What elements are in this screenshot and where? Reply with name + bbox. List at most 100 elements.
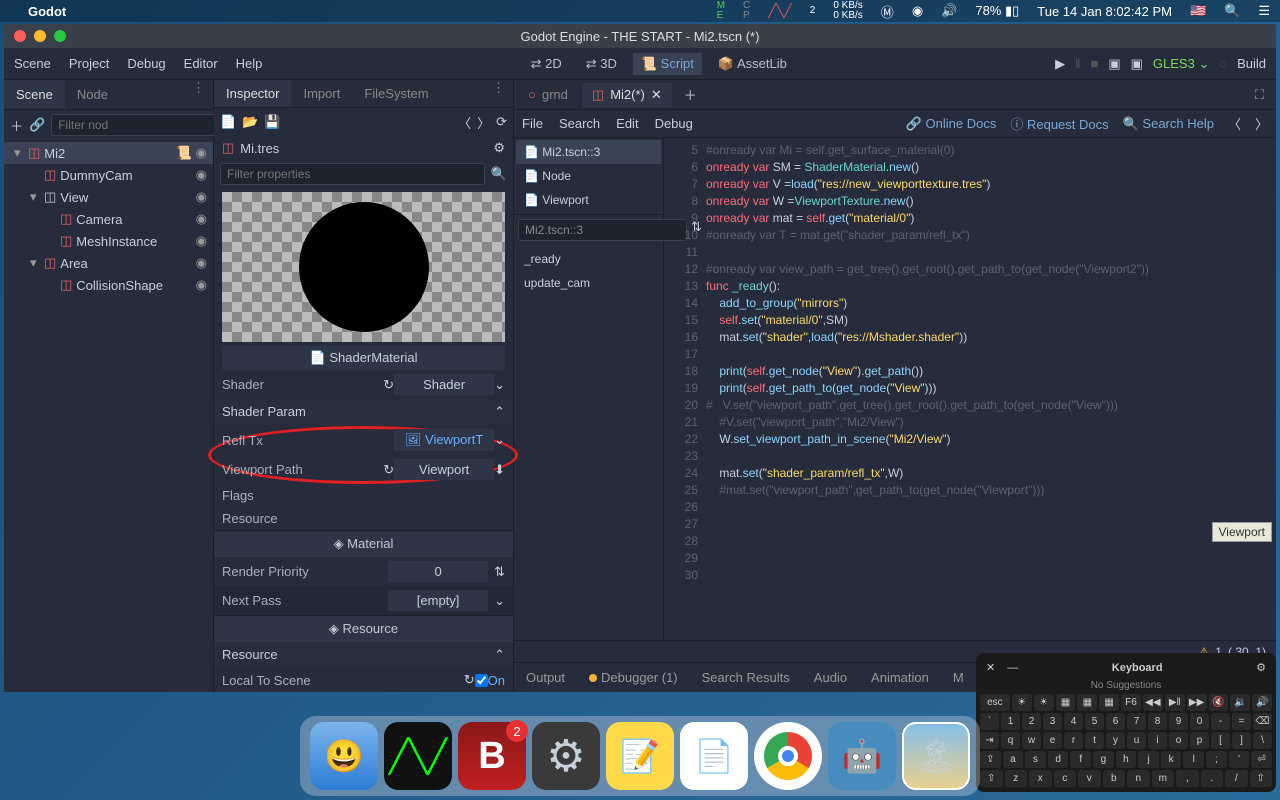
clock[interactable]: Tue 14 Jan 8:02:42 PM xyxy=(1037,4,1172,19)
prop-value[interactable]: Shader xyxy=(394,374,494,395)
tree-node-collisionshape[interactable]: ◫ CollisionShape◉ xyxy=(4,274,213,296)
expand-icon[interactable]: ⛶ xyxy=(1247,87,1272,103)
nav-fwd-icon[interactable]: 〉 xyxy=(1255,114,1268,133)
dock-activity[interactable]: ╱╲╱ xyxy=(384,722,452,790)
key[interactable]: ⇥ xyxy=(980,732,999,749)
bottom-tab-output[interactable]: Output xyxy=(514,670,577,685)
key[interactable]: ▦ xyxy=(1056,694,1076,711)
key[interactable]: m xyxy=(1152,770,1175,787)
method-filter-input[interactable] xyxy=(518,219,687,241)
assign-icon[interactable]: ⬇ xyxy=(494,462,505,478)
key[interactable]: ; xyxy=(1206,751,1227,768)
key[interactable]: a xyxy=(1003,751,1024,768)
dock-bitdefender[interactable]: B2 xyxy=(458,722,526,790)
tab-inspector[interactable]: Inspector xyxy=(214,80,291,107)
collapse-icon[interactable]: ⌃ xyxy=(494,647,505,663)
key[interactable]: , xyxy=(1176,770,1199,787)
minimize-window[interactable] xyxy=(34,30,46,42)
key[interactable]: o xyxy=(1169,732,1188,749)
script-list-item[interactable]: 📄 Node xyxy=(516,164,661,188)
key[interactable]: 6 xyxy=(1106,713,1125,730)
search-icon[interactable]: 🔍 xyxy=(491,166,507,182)
reset-icon[interactable]: ↻ xyxy=(464,672,475,688)
filter-props-input[interactable] xyxy=(220,163,485,185)
key[interactable]: = xyxy=(1232,713,1251,730)
key[interactable]: ' xyxy=(1229,751,1250,768)
key[interactable]: - xyxy=(1211,713,1230,730)
back-icon[interactable]: 〈 xyxy=(458,113,471,132)
key[interactable]: j xyxy=(1138,751,1159,768)
menu-project[interactable]: Project xyxy=(69,56,109,71)
tree-node-view[interactable]: ▾◫ View◉ xyxy=(4,186,213,208)
play-icon[interactable]: ▶ xyxy=(1055,56,1065,72)
menu-icon[interactable]: ☰ xyxy=(1258,3,1270,19)
prop-value[interactable]: Viewport xyxy=(394,459,494,480)
key[interactable]: 4 xyxy=(1064,713,1083,730)
forward-icon[interactable]: 〉 xyxy=(477,113,490,132)
bottom-tab-debugger[interactable]: Debugger (1) xyxy=(577,670,690,685)
filter-nodes-input[interactable] xyxy=(51,114,220,136)
close-window[interactable] xyxy=(14,30,26,42)
tree-node-mi2[interactable]: ▾◫ Mi2📜 ◉ xyxy=(4,142,213,164)
key[interactable]: / xyxy=(1225,770,1248,787)
link-request-docs[interactable]: ⓘ Request Docs xyxy=(1010,114,1108,133)
link-search-help[interactable]: 🔍 Search Help xyxy=(1123,116,1214,132)
reset-icon[interactable]: ↻ xyxy=(383,377,394,393)
key[interactable]: 0 xyxy=(1190,713,1209,730)
panel-menu-icon[interactable]: ⋮ xyxy=(184,80,213,109)
key[interactable]: ` xyxy=(980,713,999,730)
key[interactable]: ⇪ xyxy=(980,751,1001,768)
nav-back-icon[interactable]: 〈 xyxy=(1228,114,1241,133)
local-to-scene-checkbox[interactable] xyxy=(475,674,488,687)
key[interactable]: h xyxy=(1116,751,1137,768)
key[interactable]: F6 xyxy=(1121,694,1141,711)
build-button[interactable]: Build xyxy=(1237,56,1266,71)
kbd-settings-icon[interactable]: ⚙ xyxy=(1256,661,1266,674)
menu-scene[interactable]: Scene xyxy=(14,56,51,71)
tree-node-dummycam[interactable]: ◫ DummyCam◉ xyxy=(4,164,213,186)
key[interactable]: ] xyxy=(1232,732,1251,749)
kbd-minimize-icon[interactable]: ― xyxy=(1007,662,1018,674)
prop-value[interactable]: 🖼 ViewportT xyxy=(394,429,494,451)
key[interactable]: p xyxy=(1190,732,1209,749)
next-pass-value[interactable]: [empty] xyxy=(388,590,488,611)
close-tab-icon[interactable]: ✕ xyxy=(651,87,662,103)
key[interactable]: \ xyxy=(1253,732,1272,749)
key[interactable]: c xyxy=(1054,770,1077,787)
key[interactable]: b xyxy=(1103,770,1126,787)
dock-preview[interactable]: 🏝 xyxy=(902,722,970,790)
key[interactable]: 9 xyxy=(1169,713,1188,730)
key[interactable]: ▶‖ xyxy=(1165,694,1185,711)
play-scene-icon[interactable]: ▣ xyxy=(1108,56,1120,72)
menu-debug[interactable]: Debug xyxy=(127,56,165,71)
method-_ready[interactable]: _ready xyxy=(516,247,661,271)
dock-notes[interactable]: 📝 xyxy=(606,722,674,790)
reset-icon[interactable]: ↻ xyxy=(383,462,394,478)
key[interactable]: e xyxy=(1043,732,1062,749)
virtual-keyboard[interactable]: ✕ ― Keyboard ⚙ No Suggestions esc☀☀▦▦▦F6… xyxy=(976,653,1276,792)
section-resource[interactable]: Resource xyxy=(222,647,278,663)
key[interactable]: ◀◀ xyxy=(1143,694,1163,711)
workspace-3d[interactable]: ⇄ 3D xyxy=(578,53,625,75)
tab-import[interactable]: Import xyxy=(291,80,352,107)
key[interactable]: 🔉 xyxy=(1230,694,1250,711)
chevron-down-icon[interactable]: ⌄ xyxy=(488,593,505,609)
new-resource-icon[interactable]: 📄 xyxy=(220,114,236,130)
chevron-down-icon[interactable]: ⌄ xyxy=(494,377,505,393)
key[interactable]: ⏎ xyxy=(1251,751,1272,768)
key[interactable]: x xyxy=(1029,770,1052,787)
script-tab-Mi2[interactable]: ◫ Mi2(*) ✕ xyxy=(582,83,672,107)
key[interactable]: f xyxy=(1070,751,1091,768)
key[interactable]: i xyxy=(1148,732,1167,749)
key[interactable]: ⇧ xyxy=(1250,770,1273,787)
bottom-tab-search[interactable]: Search Results xyxy=(690,670,802,685)
key[interactable]: [ xyxy=(1211,732,1230,749)
menu-editor[interactable]: Editor xyxy=(184,56,218,71)
script-menu-search[interactable]: Search xyxy=(559,116,600,131)
script-list-item[interactable]: 📄 Viewport xyxy=(516,188,661,212)
key[interactable]: t xyxy=(1085,732,1104,749)
key[interactable]: k xyxy=(1161,751,1182,768)
key[interactable]: d xyxy=(1048,751,1069,768)
key[interactable]: ☀ xyxy=(1034,694,1054,711)
tab-node[interactable]: Node xyxy=(65,80,120,109)
